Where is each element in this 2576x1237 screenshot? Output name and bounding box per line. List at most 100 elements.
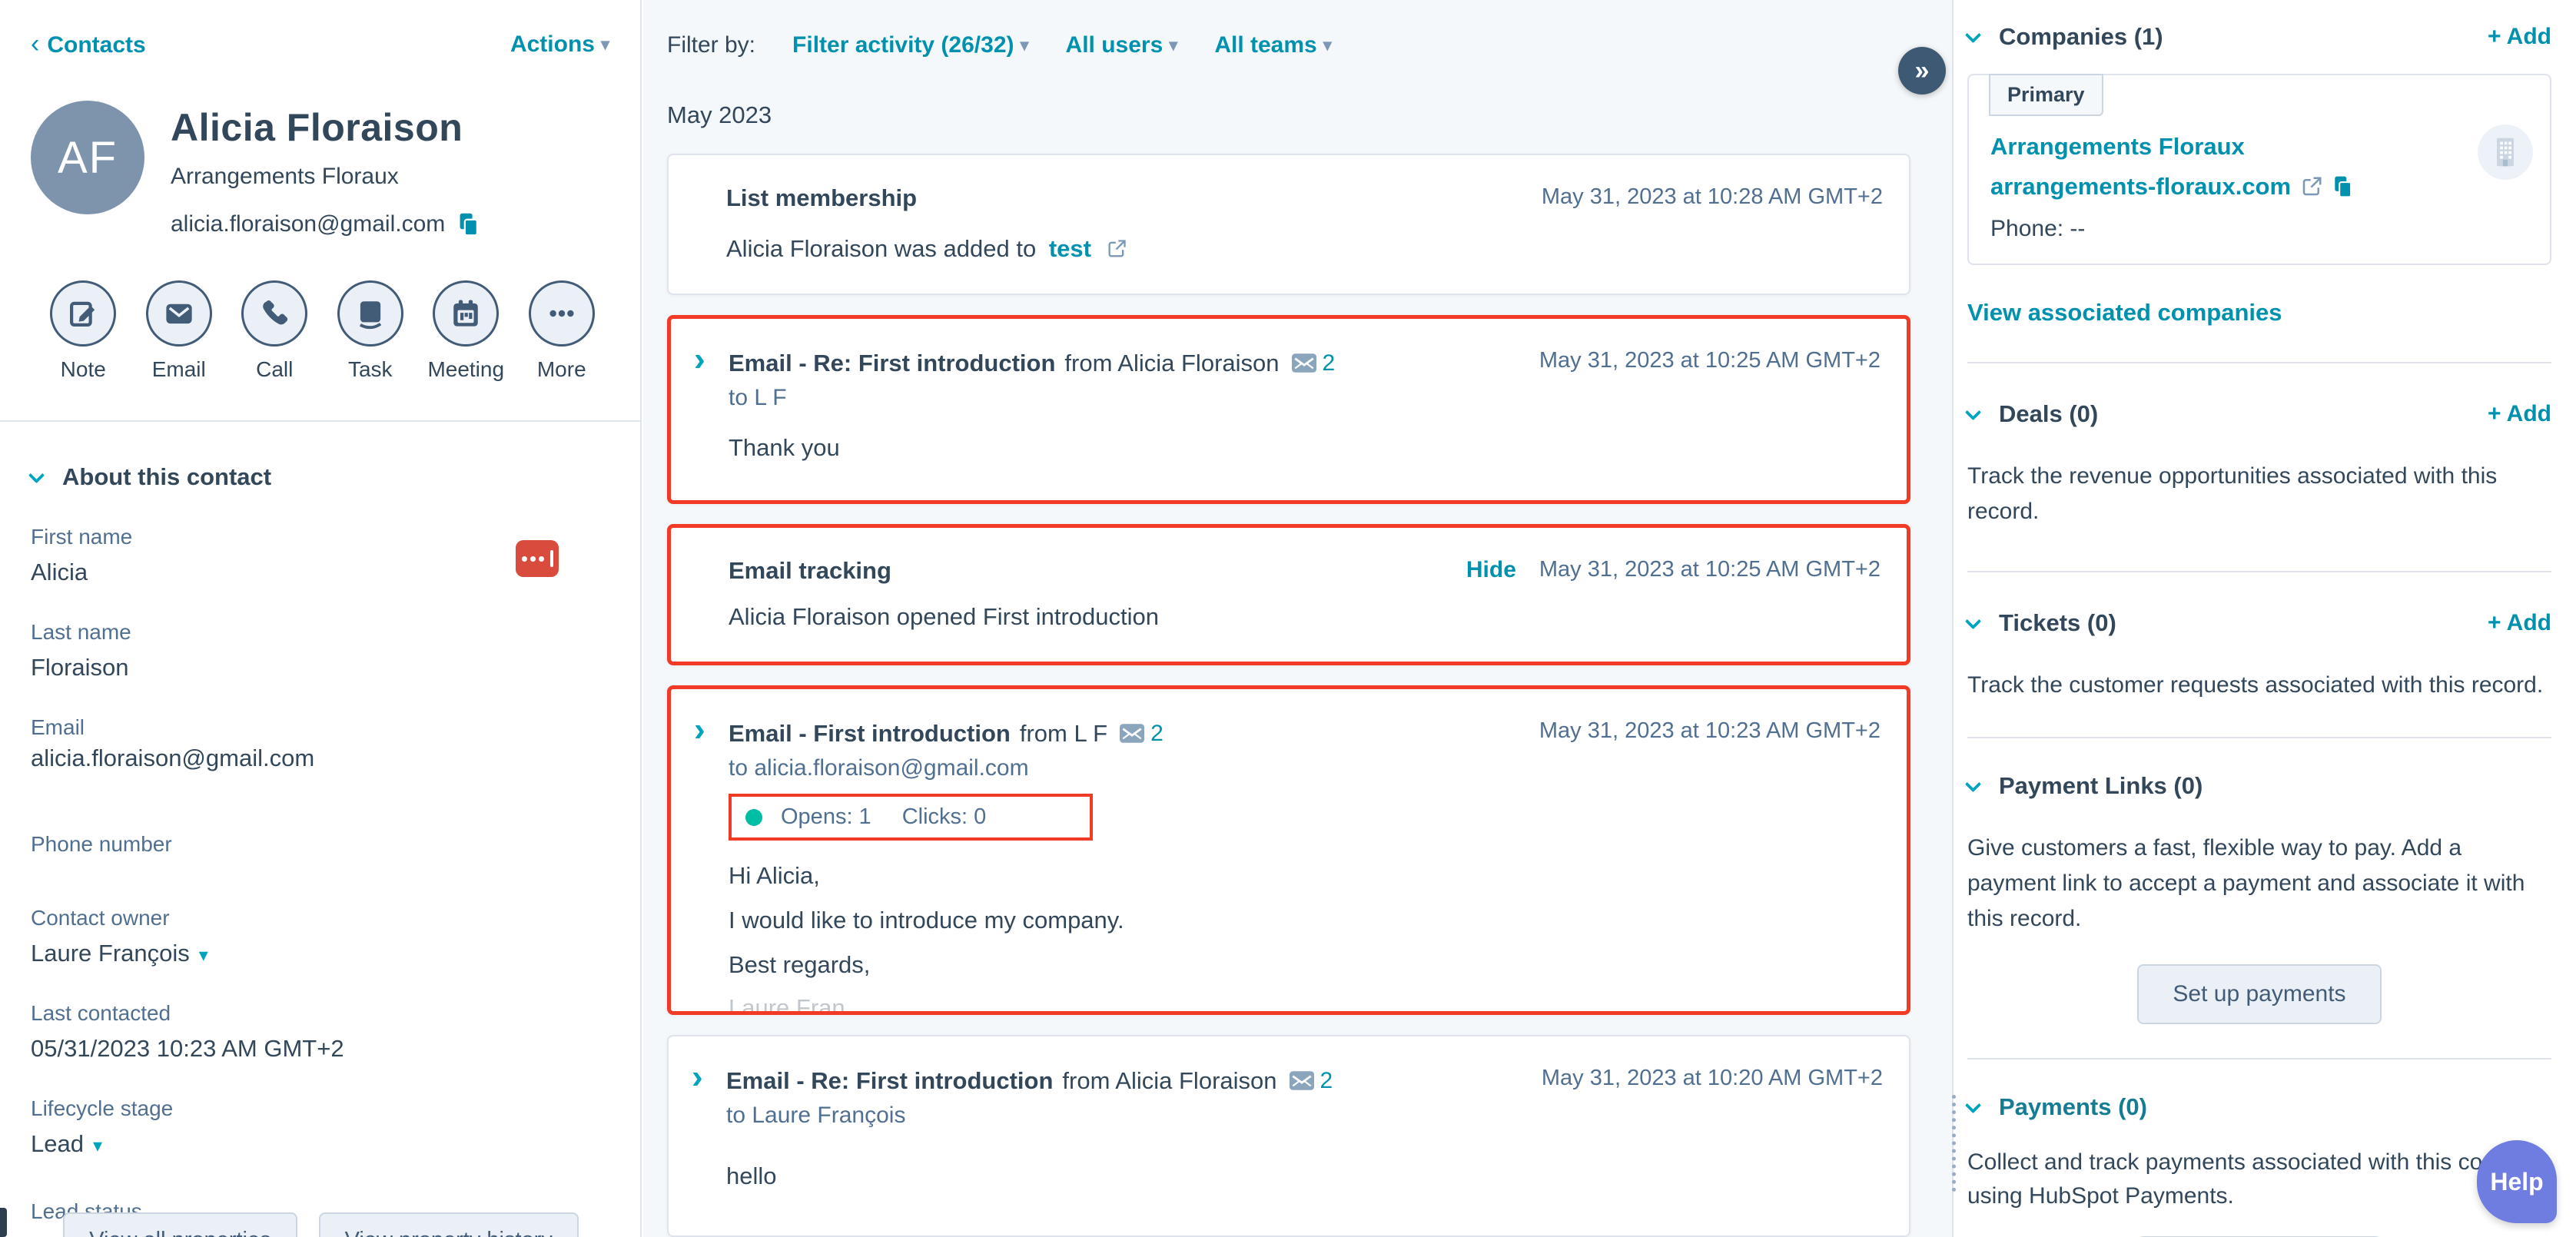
- hide-link[interactable]: Hide: [1466, 557, 1516, 583]
- email-count-icon: [1290, 1071, 1314, 1091]
- company-card[interactable]: Primary Arrangements Floraux arrangement…: [1967, 74, 2551, 265]
- company-avatar: [2478, 124, 2533, 180]
- about-section-title: About this contact: [62, 463, 271, 491]
- email-value[interactable]: alicia.floraison@gmail.com: [31, 745, 609, 772]
- view-property-history-button[interactable]: View property history: [319, 1212, 579, 1237]
- contact-email[interactable]: alicia.floraison@gmail.com: [171, 211, 445, 237]
- filter-by-label: Filter by:: [667, 32, 755, 58]
- phone-field: Phone number: [31, 832, 609, 857]
- email-label: Email: [31, 715, 609, 740]
- add-company-button[interactable]: + Add: [2488, 24, 2551, 50]
- copy-icon[interactable]: [2332, 175, 2354, 198]
- collapse-section-icon[interactable]: [28, 467, 45, 483]
- email-preview: hello: [726, 1162, 1883, 1221]
- email-count-icon: [1292, 353, 1316, 373]
- payments-section: Payments (0) Collect and track payments …: [1967, 1060, 2551, 1237]
- note-icon: [67, 297, 99, 330]
- email-count-icon: [1120, 724, 1144, 744]
- call-button[interactable]: Call: [227, 280, 323, 382]
- back-to-contacts-link[interactable]: ‹Contacts: [31, 29, 146, 59]
- last-name-value[interactable]: Floraison: [31, 654, 609, 682]
- lifecycle-stage-field: Lifecycle stage Lead▾: [31, 1096, 609, 1158]
- collapse-section-icon[interactable]: [1965, 776, 1981, 792]
- avatar: AF: [31, 101, 144, 214]
- email-card[interactable]: › Email - Re: First introduction from Al…: [667, 315, 1910, 504]
- more-button[interactable]: More: [514, 280, 610, 382]
- note-label: Note: [61, 357, 106, 382]
- back-chevron-icon: ‹: [31, 29, 39, 58]
- email-button[interactable]: Email: [131, 280, 227, 382]
- task-button[interactable]: Task: [323, 280, 419, 382]
- call-label: Call: [256, 357, 293, 382]
- email-recipients: to L F: [729, 385, 1881, 411]
- all-teams-dropdown[interactable]: All teams▾: [1214, 32, 1331, 58]
- collapse-section-icon[interactable]: [1965, 27, 1981, 43]
- task-icon: [354, 297, 387, 330]
- filter-activity-dropdown[interactable]: Filter activity (26/32)▾: [792, 32, 1029, 58]
- email-icon: [163, 297, 195, 330]
- chevron-down-icon: ▾: [601, 35, 609, 54]
- list-membership-card[interactable]: List membership May 31, 2023 at 10:28 AM…: [667, 154, 1910, 295]
- email-count[interactable]: 2: [1323, 350, 1336, 376]
- email-card[interactable]: › Email - First introduction from L F 2 …: [667, 685, 1910, 1015]
- view-associated-companies-link[interactable]: View associated companies: [1967, 299, 2551, 327]
- expand-chevron-icon[interactable]: ›: [692, 1066, 703, 1089]
- company-domain-link[interactable]: arrangements-floraux.com: [1990, 173, 2528, 201]
- view-all-properties-button[interactable]: View all properties: [63, 1212, 297, 1237]
- company-phone: Phone: --: [1990, 216, 2528, 242]
- collapse-section-icon[interactable]: [1965, 613, 1981, 629]
- task-label: Task: [348, 357, 393, 382]
- drag-handle[interactable]: [1952, 1095, 1956, 1192]
- company-name-link[interactable]: Arrangements Floraux: [1990, 133, 2528, 161]
- contact-company: Arrangements Floraux: [171, 164, 480, 190]
- scrollbar-fragment: [0, 1208, 7, 1237]
- last-contacted-field: Last contacted 05/31/2023 10:23 AM GMT+2: [31, 1001, 609, 1063]
- payment-links-description: Give customers a fast, flexible way to p…: [1967, 831, 2551, 937]
- last-name-field: Last name Floraison: [31, 620, 609, 682]
- email-card[interactable]: › Email - Re: First introduction from Al…: [667, 1035, 1910, 1237]
- lifecycle-stage-value[interactable]: Lead▾: [31, 1130, 609, 1158]
- card-timestamp: May 31, 2023 at 10:20 AM GMT+2: [1542, 1066, 1883, 1091]
- chevron-down-icon: ▾: [93, 1136, 102, 1156]
- email-tracking-card[interactable]: Email tracking Hide May 31, 2023 at 10:2…: [667, 524, 1910, 665]
- email-count[interactable]: 2: [1150, 721, 1164, 747]
- list-link[interactable]: test: [1049, 235, 1091, 262]
- lifecycle-stage-label: Lifecycle stage: [31, 1096, 609, 1121]
- building-icon: [2490, 135, 2521, 169]
- help-button[interactable]: Help: [2477, 1140, 2557, 1223]
- last-name-label: Last name: [31, 620, 609, 645]
- contact-name: Alicia Floraison: [171, 105, 480, 150]
- contact-owner-value[interactable]: Laure François▾: [31, 940, 609, 967]
- tickets-description: Track the customer requests associated w…: [1967, 668, 2551, 703]
- activity-timeline: Filter by: Filter activity (26/32)▾ All …: [643, 0, 1952, 1237]
- last-contacted-label: Last contacted: [31, 1001, 609, 1026]
- collapse-section-icon[interactable]: [1965, 404, 1981, 420]
- add-deal-button[interactable]: + Add: [2488, 401, 2551, 427]
- meeting-button[interactable]: Meeting: [418, 280, 514, 382]
- external-link-icon: [1106, 238, 1127, 260]
- opens-count: Opens: 1: [781, 804, 871, 830]
- set-up-payments-button[interactable]: Set up payments: [2137, 964, 2381, 1024]
- email-recipients: to Laure François: [726, 1103, 1883, 1129]
- divider: [0, 420, 640, 422]
- collapse-panel-button[interactable]: »: [1898, 47, 1946, 95]
- collapse-section-icon[interactable]: [1965, 1097, 1981, 1113]
- card-from: from L F: [1020, 720, 1107, 748]
- expand-chevron-icon[interactable]: ›: [694, 718, 705, 741]
- card-timestamp: May 31, 2023 at 10:23 AM GMT+2: [1539, 718, 1881, 744]
- actions-dropdown[interactable]: Actions▾: [510, 32, 609, 58]
- expand-chevron-icon[interactable]: ›: [694, 348, 705, 371]
- companies-section: Companies (1) + Add Primary Arrangements…: [1967, 0, 2551, 363]
- add-ticket-button[interactable]: + Add: [2488, 610, 2551, 636]
- note-button[interactable]: Note: [35, 280, 131, 382]
- all-users-dropdown[interactable]: All users▾: [1066, 32, 1178, 58]
- password-manager-icon[interactable]: •••: [516, 540, 559, 577]
- deals-section: Deals (0) + Add Track the revenue opport…: [1967, 363, 2551, 572]
- card-title: Email - First introduction: [729, 720, 1011, 748]
- card-timestamp: May 31, 2023 at 10:25 AM GMT+2: [1539, 348, 1881, 373]
- email-count[interactable]: 2: [1320, 1068, 1333, 1094]
- payments-description: Collect and track payments associated wi…: [1967, 1146, 2551, 1213]
- companies-title: Companies (1): [1999, 23, 2488, 51]
- email-preview: Thank you: [729, 434, 1881, 492]
- copy-icon[interactable]: [457, 212, 480, 237]
